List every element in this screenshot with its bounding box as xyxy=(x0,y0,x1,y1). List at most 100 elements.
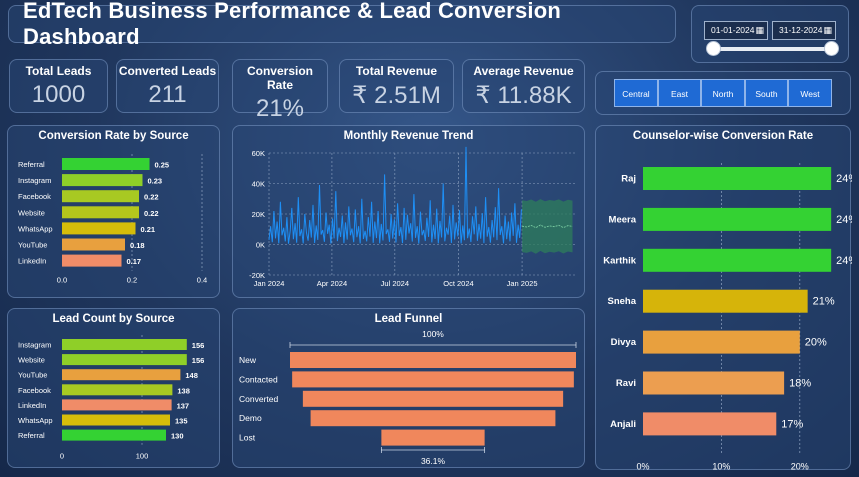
lead-count-by-source-chart: 0 100 Instagram 156 Website 156 YouTube 148 Face… xyxy=(18,335,205,461)
bar xyxy=(643,371,785,395)
calendar-icon[interactable]: ▦ xyxy=(755,22,764,39)
category-label: LinkedIn xyxy=(18,401,46,410)
category-label: Instagram xyxy=(18,341,51,350)
data-label: 0.22 xyxy=(144,193,159,202)
data-label: 130 xyxy=(171,432,184,441)
bar xyxy=(62,339,187,350)
category-label: YouTube xyxy=(18,371,47,380)
counselor-conversion-panel: Counselor-wise Conversion Rate 0% 10% 20% R… xyxy=(595,125,852,471)
kpi-value: 211 xyxy=(148,81,187,108)
date-slider-end-handle[interactable] xyxy=(824,41,839,56)
date-range-slicer[interactable]: 01-01-2024 ▦ 31-12-2024 ▦ xyxy=(691,5,849,63)
kpi-total-leads: Total Leads 1000 xyxy=(9,59,108,113)
x-tick-label: Jan 2024 xyxy=(254,279,285,288)
bar xyxy=(62,414,170,426)
region-button-central[interactable]: Central xyxy=(614,79,658,107)
data-label: 0.23 xyxy=(148,177,163,186)
counselor-conversion-chart: 0% 10% 20% Raj 24% Meera 24% Karthik 24% Sneha 21%… xyxy=(603,163,852,471)
kpi-label: Total Leads xyxy=(25,64,92,78)
category-label: Facebook xyxy=(18,386,51,395)
data-label: 0.18 xyxy=(130,241,145,250)
category-label: YouTube xyxy=(18,241,47,250)
x-tick-label: 0.0 xyxy=(57,276,67,285)
kpi-total-revenue: Total Revenue ₹ 2.51M xyxy=(339,59,454,113)
category-label: Instagram xyxy=(18,176,51,185)
conversion-by-source-panel: Conversion Rate by Source 0.0 0.2 0.4 Refer… xyxy=(7,125,220,298)
funnel-stage-label: New xyxy=(239,355,257,365)
bar xyxy=(62,354,187,366)
kpi-value: 21% xyxy=(255,95,305,122)
funnel-bar xyxy=(290,352,576,368)
category-label: Website xyxy=(18,356,45,365)
y-tick-label: 0K xyxy=(256,241,265,250)
y-tick-label: 60K xyxy=(252,149,265,158)
region-button-south[interactable]: South xyxy=(745,79,788,107)
data-label: 138 xyxy=(177,386,190,395)
data-label: 0.17 xyxy=(127,257,142,266)
x-tick-label: 0% xyxy=(636,461,649,471)
data-label: 20% xyxy=(805,337,827,349)
bar xyxy=(643,289,808,313)
category-label: Divya xyxy=(611,337,637,348)
x-tick-label: 0.4 xyxy=(197,276,207,285)
region-button-north[interactable]: North xyxy=(701,79,745,107)
data-label: 156 xyxy=(192,356,205,365)
region-button-east[interactable]: East xyxy=(658,79,701,107)
calendar-icon[interactable]: ▦ xyxy=(823,22,832,39)
category-label: Karthik xyxy=(603,255,636,266)
funnel-stage-label: Lost xyxy=(239,433,256,443)
kpi-label: Total Revenue xyxy=(355,64,438,78)
funnel-top-label: 100% xyxy=(422,329,444,339)
data-label: 24% xyxy=(836,214,852,226)
dashboard-title-bar: EdTech Business Performance & Lead Conve… xyxy=(8,0,676,49)
start-date-field[interactable]: 01-01-2024 ▦ xyxy=(704,21,768,40)
bar xyxy=(643,248,832,272)
data-label: 21% xyxy=(813,296,835,308)
data-label: 137 xyxy=(177,401,190,410)
lead-count-by-source-panel: Lead Count by Source 0 100 Instagram 156 Web… xyxy=(7,308,220,468)
bar xyxy=(62,222,136,235)
data-label: 0.22 xyxy=(144,209,159,218)
bar xyxy=(62,254,122,267)
category-label: Website xyxy=(18,208,45,217)
funnel-bottom-label: 36.1% xyxy=(421,456,446,466)
kpi-conversion-rate: Conversion Rate 21% xyxy=(232,59,328,122)
funnel-bar xyxy=(310,410,556,427)
funnel-bar xyxy=(292,371,574,388)
bar xyxy=(62,238,125,251)
funnel-bar xyxy=(381,429,485,446)
data-label: 18% xyxy=(789,378,811,390)
bar xyxy=(62,429,166,441)
kpi-value: ₹ 2.51M xyxy=(352,82,441,109)
revenue-line xyxy=(268,146,522,244)
data-label: 0.25 xyxy=(155,161,170,170)
bar xyxy=(643,330,800,354)
category-label: Raj xyxy=(621,174,636,185)
bar xyxy=(62,399,172,411)
category-label: Sneha xyxy=(607,296,636,307)
lead-funnel-panel: Lead Funnel 100% New Contacted Converted Dem… xyxy=(232,308,585,468)
data-label: 24% xyxy=(836,255,852,267)
x-tick-label: Oct 2024 xyxy=(443,279,473,288)
kpi-label: Conversion Rate xyxy=(246,64,313,92)
date-slider-track xyxy=(712,47,832,51)
end-date-field[interactable]: 31-12-2024 ▦ xyxy=(772,21,836,40)
data-label: 135 xyxy=(175,417,188,426)
funnel-stage-label: Converted xyxy=(239,394,278,404)
category-label: Anjali xyxy=(610,419,636,430)
monthly-revenue-chart: -20K0K20K40K60KJan 2024 Apr 2024 Jul 2024 O… xyxy=(249,146,576,288)
x-tick-label: Apr 2024 xyxy=(317,279,347,288)
funnel-stage-label: Contacted xyxy=(239,374,278,384)
x-tick-label: 20% xyxy=(791,461,809,471)
region-button-west[interactable]: West xyxy=(788,79,832,107)
x-tick-label: 0.2 xyxy=(127,276,137,285)
bar xyxy=(62,190,139,203)
kpi-converted-leads: Converted Leads 211 xyxy=(116,59,219,113)
y-tick-label: 40K xyxy=(252,180,265,189)
x-tick-label: 10% xyxy=(712,461,730,471)
y-tick-label: 20K xyxy=(252,210,265,219)
category-label: Referral xyxy=(18,431,45,440)
date-slider-start-handle[interactable] xyxy=(706,41,721,56)
category-label: WhatsApp xyxy=(18,416,53,425)
category-label: Referral xyxy=(18,160,45,169)
